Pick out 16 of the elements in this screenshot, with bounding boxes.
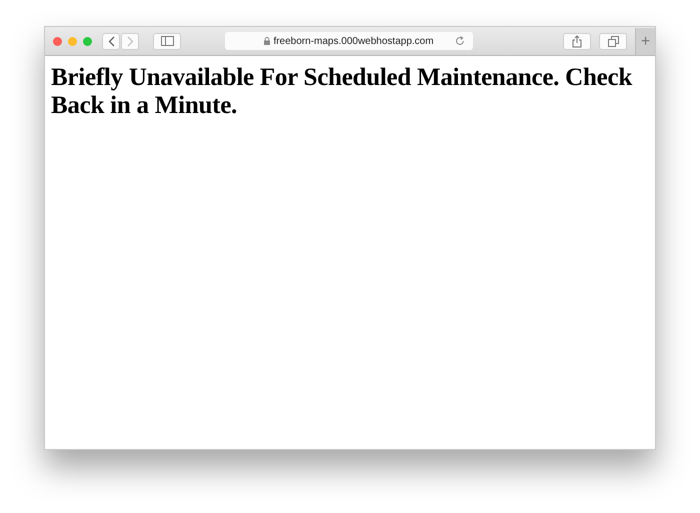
address-bar[interactable]: freeborn-maps.000webhostapp.com (225, 32, 473, 50)
page-heading: Briefly Unavailable For Scheduled Maintenance. Check Back in a Minute. (51, 64, 634, 120)
back-button[interactable] (102, 32, 120, 50)
sidebar-icon (160, 36, 174, 46)
url-text: freeborn-maps.000webhostapp.com (273, 36, 434, 46)
chevron-right-icon (126, 36, 134, 46)
share-icon (572, 34, 582, 48)
tabs-icon (608, 36, 618, 46)
share-button[interactable] (563, 32, 591, 50)
chevron-left-icon (108, 36, 114, 46)
reload-icon[interactable] (455, 36, 465, 46)
tabs-button[interactable] (599, 32, 627, 50)
zoom-button[interactable] (83, 36, 92, 46)
close-button[interactable] (53, 36, 62, 46)
sidebar-button[interactable] (153, 32, 181, 50)
lock-icon (264, 37, 270, 45)
